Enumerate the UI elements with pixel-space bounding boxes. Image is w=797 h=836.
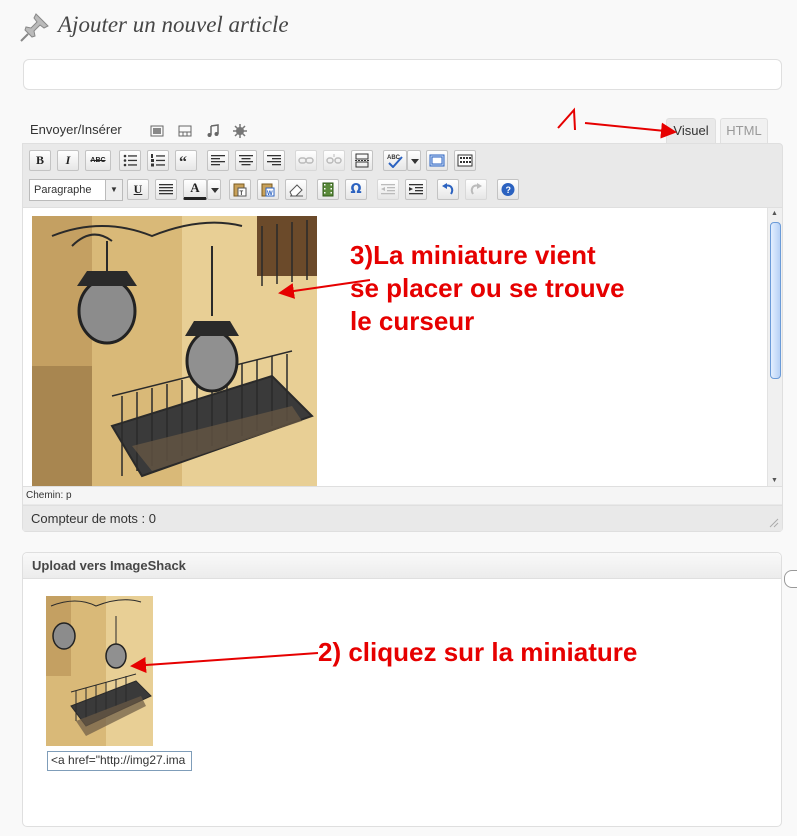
annotation-step3-line2: se placer ou se trouve (350, 273, 625, 303)
annotation-step3-line1: 3)La miniature vient (350, 240, 596, 270)
embed-media-button[interactable] (317, 179, 339, 200)
indent-icon (409, 184, 423, 195)
svg-text:T: T (240, 191, 244, 197)
paste-text-button[interactable]: T (229, 179, 251, 200)
thumbnail-image[interactable] (46, 596, 153, 746)
spellcheck-button[interactable]: ABC (383, 150, 407, 171)
scroll-up-icon[interactable]: ▲ (771, 210, 778, 217)
format-select[interactable]: Paragraphe ▼ (29, 179, 123, 201)
page-title: Ajouter un nouvel article (58, 12, 289, 37)
justify-icon (159, 184, 173, 195)
strikethrough-button[interactable]: ABC (85, 150, 111, 171)
spellcheck-icon: ABC (387, 155, 403, 168)
outdent-icon (381, 184, 395, 195)
fullscreen-button[interactable] (426, 150, 448, 171)
undo-button[interactable] (437, 179, 459, 200)
editor-path: Chemin: p (23, 486, 782, 504)
more-tag-button[interactable] (351, 150, 373, 171)
align-center-icon (239, 155, 253, 166)
align-right-icon (267, 155, 281, 166)
align-left-icon (211, 155, 225, 166)
unlink-button[interactable] (323, 150, 345, 171)
eraser-icon (289, 184, 303, 197)
outdent-button[interactable] (377, 179, 399, 200)
align-left-button[interactable] (207, 150, 229, 171)
tab-visual[interactable]: Visuel (666, 118, 716, 144)
word-count: Compteur de mots : 0 (23, 505, 782, 531)
inserted-photo (32, 216, 317, 486)
numbered-list-button[interactable] (147, 150, 169, 171)
svg-text:?: ? (506, 185, 512, 195)
bullet-list-button[interactable] (119, 150, 141, 171)
annotation-step2: 2) cliquez sur la miniature (318, 637, 638, 667)
annotation-step1 (557, 107, 677, 139)
resize-grip-icon[interactable] (769, 518, 779, 528)
blockquote-button[interactable]: “ (175, 150, 197, 171)
svg-text:W: W (267, 191, 273, 197)
tab-html[interactable]: HTML (720, 118, 768, 144)
help-button[interactable]: ? (497, 179, 519, 200)
redo-icon (470, 183, 482, 195)
blockquote-icon: “ (179, 154, 187, 168)
link-button[interactable] (295, 150, 317, 171)
media-icon[interactable] (233, 124, 247, 138)
unlink-icon (326, 154, 342, 164)
arrow-to-visual-tab (584, 122, 677, 139)
video-icon[interactable] (178, 124, 192, 138)
image-icon[interactable] (150, 124, 164, 138)
post-title-input[interactable] (23, 59, 782, 90)
embed-code-input[interactable]: <a href="http://img27.ima (47, 751, 192, 771)
paste-word-icon: W (261, 183, 275, 197)
annotation-step3-line3: le curseur (350, 306, 475, 336)
italic-button[interactable]: I (57, 150, 79, 171)
help-icon: ? (501, 183, 515, 196)
numbered-list-icon (151, 154, 165, 167)
film-icon (322, 182, 334, 197)
more-tag-icon (355, 153, 369, 168)
imageshack-upload-box: Upload vers ImageShack <a href="http://i… (22, 552, 782, 827)
scroll-down-icon[interactable]: ▼ (771, 477, 778, 484)
undo-icon (442, 183, 454, 195)
chevron-down-icon (211, 188, 219, 193)
text-color-button[interactable]: A (183, 179, 207, 200)
fullscreen-icon (429, 154, 445, 167)
pushpin-icon (20, 13, 49, 42)
handwritten-one-mark (557, 107, 576, 131)
upload-box-title: Upload vers ImageShack (23, 553, 781, 579)
paste-word-button[interactable]: W (257, 179, 279, 200)
text-color-dropdown[interactable] (207, 179, 221, 200)
paste-text-icon: T (233, 183, 247, 197)
special-char-button[interactable]: Ω (345, 179, 367, 200)
bullet-list-icon (123, 154, 137, 167)
align-center-button[interactable] (235, 150, 257, 171)
bold-button[interactable]: B (29, 150, 51, 171)
underline-button[interactable]: U (127, 179, 149, 200)
chevron-down-icon (411, 159, 419, 164)
audio-icon[interactable] (206, 124, 220, 138)
spellcheck-dropdown[interactable] (407, 150, 421, 171)
redo-button[interactable] (465, 179, 487, 200)
remove-format-button[interactable] (285, 179, 307, 200)
link-icon (298, 157, 314, 164)
kitchen-sink-button[interactable] (454, 150, 476, 171)
svg-text:“: “ (179, 154, 187, 168)
annotation-step3: 3)La miniature vient se placer ou se tro… (350, 239, 625, 338)
format-select-value: Paragraphe (34, 184, 92, 196)
editor-scrollbar[interactable]: ▲ ▼ (767, 208, 782, 486)
align-right-button[interactable] (263, 150, 285, 171)
kitchen-sink-icon (457, 154, 473, 167)
upload-insert-label: Envoyer/Insérer (30, 122, 122, 137)
chevron-down-icon: ▼ (105, 180, 122, 200)
scroll-thumb[interactable] (770, 222, 781, 379)
justify-button[interactable] (155, 179, 177, 200)
collapse-handle-icon[interactable] (784, 570, 797, 588)
indent-button[interactable] (405, 179, 427, 200)
